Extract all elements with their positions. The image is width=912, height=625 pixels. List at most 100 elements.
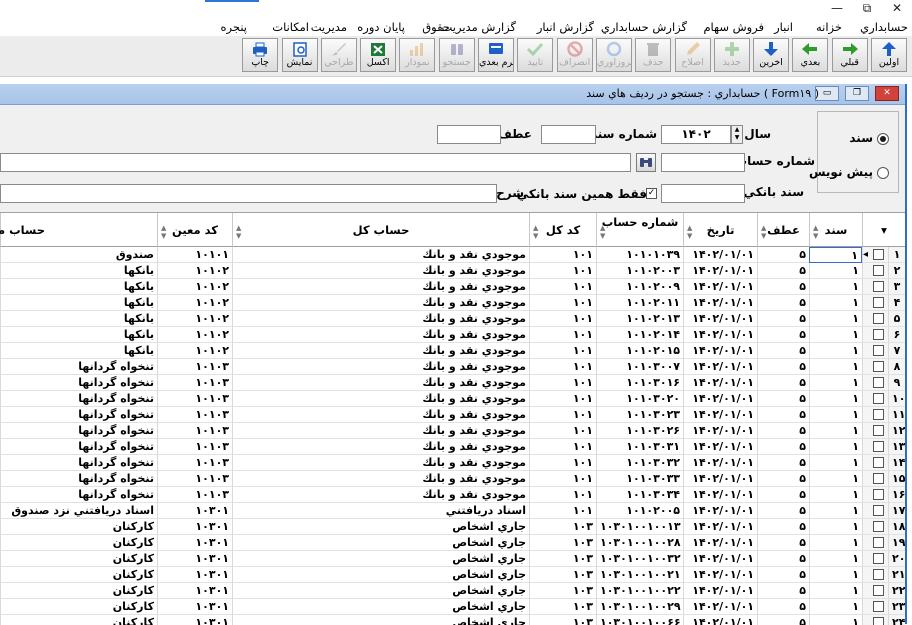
- cell-sanad[interactable]: ۱: [809, 535, 862, 551]
- table-row[interactable]: ۱۱ ۱ ۵ ۱۴۰۲/۰۱/۰۱ ۱۰۱۰۳۰۲۳ ۱۰۱ موجودي نقد و با…: [0, 407, 905, 423]
- cell-sanad[interactable]: ۱: [809, 279, 862, 295]
- cell-tarikh[interactable]: ۱۴۰۲/۰۱/۰۱: [683, 583, 757, 599]
- cell-atf[interactable]: ۵: [757, 279, 809, 295]
- row-number[interactable]: ۴: [888, 295, 905, 311]
- row-checkbox[interactable]: [873, 313, 884, 324]
- atf-input[interactable]: [437, 125, 501, 144]
- cell-kod-moein[interactable]: ۱۰۳۰۱: [157, 567, 232, 583]
- cell-hesab-kol[interactable]: اسناد دريافتني: [232, 503, 529, 519]
- row-select-cell[interactable]: [862, 263, 888, 279]
- cell-hesab-moein[interactable]: تنخواه گردانها: [0, 455, 157, 471]
- cell-kod-moein[interactable]: ۱۰۱۰۳: [157, 407, 232, 423]
- cell-shomare-hesab[interactable]: ۱۰۱۰۳۰۲۳: [596, 407, 683, 423]
- col-header-kod-kol[interactable]: ▲ ▼ كد كل: [529, 213, 596, 247]
- cell-sanad[interactable]: ۱: [809, 327, 862, 343]
- row-checkbox[interactable]: [873, 377, 884, 388]
- cell-atf[interactable]: ۵: [757, 439, 809, 455]
- row-select-cell[interactable]: [862, 583, 888, 599]
- cell-hesab-kol[interactable]: موجودي نقد و بانك: [232, 359, 529, 375]
- cell-sanad[interactable]: ۱: [809, 599, 862, 615]
- row-number[interactable]: ۷: [888, 343, 905, 359]
- cell-shomare-hesab[interactable]: ۱۰۱۰۲۰۱۳: [596, 311, 683, 327]
- row-number[interactable]: ۱۷: [888, 503, 905, 519]
- menu-modiriat[interactable]: مديريت: [311, 20, 347, 34]
- cell-hesab-kol[interactable]: موجودي نقد و بانك: [232, 343, 529, 359]
- cell-tarikh[interactable]: ۱۴۰۲/۰۱/۰۱: [683, 343, 757, 359]
- cell-sanad[interactable]: ۱: [809, 567, 862, 583]
- cell-hesab-kol[interactable]: جاري اشخاص: [232, 535, 529, 551]
- menu-hoghogh[interactable]: حقوق: [422, 20, 450, 34]
- toolbar-button-refresh[interactable]: بروزآوري: [595, 38, 632, 72]
- table-row[interactable]: ۱۸ ۱ ۵ ۱۴۰۲/۰۱/۰۱ ۱۰۳۰۱۰۰۱۰۰۱۳ ۱۰۳ جاري اشخاص ۱…: [0, 519, 905, 535]
- radio-pishnevis-dot[interactable]: [877, 166, 889, 179]
- menu-forush[interactable]: فروش: [733, 20, 764, 34]
- col-header-sanad[interactable]: ▲ ▼ سند: [809, 213, 862, 247]
- cell-sanad[interactable]: ۱: [809, 343, 862, 359]
- row-checkbox[interactable]: [873, 329, 884, 340]
- table-row[interactable]: ۴ ۱ ۵ ۱۴۰۲/۰۱/۰۱ ۱۰۱۰۲۰۱۱ ۱۰۱ موجودي نقد و بان…: [0, 295, 905, 311]
- row-number[interactable]: ۱۰: [888, 391, 905, 407]
- row-checkbox[interactable]: [873, 281, 884, 292]
- row-number[interactable]: ۱۳: [888, 439, 905, 455]
- cell-shomare-hesab[interactable]: ۱۰۱۰۲۰۰۹: [596, 279, 683, 295]
- cell-kod-moein[interactable]: ۱۰۱۰۳: [157, 487, 232, 503]
- row-checkbox[interactable]: [873, 601, 884, 612]
- cell-hesab-kol[interactable]: موجودي نقد و بانك: [232, 263, 529, 279]
- cell-tarikh[interactable]: ۱۴۰۲/۰۱/۰۱: [683, 359, 757, 375]
- shomare-hesab-input[interactable]: [661, 153, 745, 172]
- row-select-cell[interactable]: ◂: [862, 247, 888, 263]
- cell-shomare-hesab[interactable]: ۱۰۱۰۳۰۰۷: [596, 359, 683, 375]
- cell-tarikh[interactable]: ۱۴۰۲/۰۱/۰۱: [683, 551, 757, 567]
- table-row[interactable]: ۳ ۱ ۵ ۱۴۰۲/۰۱/۰۱ ۱۰۱۰۲۰۰۹ ۱۰۱ موجودي نقد و بان…: [0, 279, 905, 295]
- cell-sanad[interactable]: ۱: [809, 455, 862, 471]
- row-number[interactable]: ۱: [888, 247, 905, 263]
- cell-tarikh[interactable]: ۱۴۰۲/۰۱/۰۱: [683, 567, 757, 583]
- table-row[interactable]: ۲۳ ۱ ۵ ۱۴۰۲/۰۱/۰۱ ۱۰۳۰۱۰۰۱۰۰۲۹ ۱۰۳ جاري اشخاص ۱…: [0, 599, 905, 615]
- cell-kod-moein[interactable]: ۱۰۱۰۳: [157, 439, 232, 455]
- cell-kod-kol[interactable]: ۱۰۱: [529, 279, 596, 295]
- cell-shomare-hesab[interactable]: ۱۰۱۰۳۰۳۲: [596, 455, 683, 471]
- cell-hesab-kol[interactable]: جاري اشخاص: [232, 583, 529, 599]
- cell-atf[interactable]: ۵: [757, 583, 809, 599]
- cell-hesab-moein[interactable]: تنخواه گردانها: [0, 391, 157, 407]
- cell-hesab-kol[interactable]: موجودي نقد و بانك: [232, 471, 529, 487]
- cell-kod-moein[interactable]: ۱۰۱۰۲: [157, 295, 232, 311]
- cell-kod-kol[interactable]: ۱۰۳: [529, 583, 596, 599]
- toolbar-button-check[interactable]: تاييد: [517, 38, 554, 72]
- row-select-cell[interactable]: [862, 455, 888, 471]
- close-button[interactable]: ✕: [882, 0, 912, 16]
- row-select-cell[interactable]: [862, 535, 888, 551]
- cell-kod-moein[interactable]: ۱۰۱۰۲: [157, 311, 232, 327]
- row-select-cell[interactable]: [862, 519, 888, 535]
- cell-tarikh[interactable]: ۱۴۰۲/۰۱/۰۱: [683, 439, 757, 455]
- toolbar-button-brush[interactable]: طراحي: [320, 38, 357, 72]
- cell-tarikh[interactable]: ۱۴۰۲/۰۱/۰۱: [683, 391, 757, 407]
- radio-pishnevis[interactable]: پيش نويس: [809, 165, 889, 179]
- cell-atf[interactable]: ۵: [757, 359, 809, 375]
- row-select-cell[interactable]: [862, 295, 888, 311]
- sanad-banki-input[interactable]: [661, 184, 745, 203]
- toolbar-button-chart[interactable]: نمودار: [399, 38, 436, 72]
- cell-hesab-moein[interactable]: بانكها: [0, 295, 157, 311]
- cell-atf[interactable]: ۵: [757, 391, 809, 407]
- cell-shomare-hesab[interactable]: ۱۰۱۰۳۰۲۰: [596, 391, 683, 407]
- cell-shomare-hesab[interactable]: ۱۰۱۰۳۰۲۶: [596, 423, 683, 439]
- table-row[interactable]: ۱۹ ۱ ۵ ۱۴۰۲/۰۱/۰۱ ۱۰۳۰۱۰۰۱۰۰۲۸ ۱۰۳ جاري اشخاص ۱…: [0, 535, 905, 551]
- cell-shomare-hesab[interactable]: ۱۰۳۰۱۰۰۱۰۰۲۸: [596, 535, 683, 551]
- cell-hesab-kol[interactable]: موجودي نقد و بانك: [232, 279, 529, 295]
- row-number[interactable]: ۲۰: [888, 551, 905, 567]
- col-header-hesab-kol[interactable]: ▲ ▼ حساب كل: [232, 213, 529, 247]
- row-checkbox[interactable]: [873, 265, 884, 276]
- row-checkbox[interactable]: [873, 425, 884, 436]
- cell-kod-kol[interactable]: ۱۰۳: [529, 535, 596, 551]
- cell-kod-moein[interactable]: ۱۰۳۰۱: [157, 599, 232, 615]
- cell-tarikh[interactable]: ۱۴۰۲/۰۱/۰۱: [683, 263, 757, 279]
- row-checkbox[interactable]: [873, 505, 884, 516]
- row-checkbox[interactable]: [873, 249, 884, 260]
- cell-kod-kol[interactable]: ۱۰۱: [529, 407, 596, 423]
- cell-hesab-moein[interactable]: بانكها: [0, 343, 157, 359]
- radio-sanad-dot[interactable]: [877, 132, 889, 145]
- cell-atf[interactable]: ۵: [757, 455, 809, 471]
- row-select-cell[interactable]: [862, 503, 888, 519]
- table-row[interactable]: ۲۰ ۱ ۵ ۱۴۰۲/۰۱/۰۱ ۱۰۳۰۱۰۰۱۰۰۳۲ ۱۰۳ جاري اشخاص ۱…: [0, 551, 905, 567]
